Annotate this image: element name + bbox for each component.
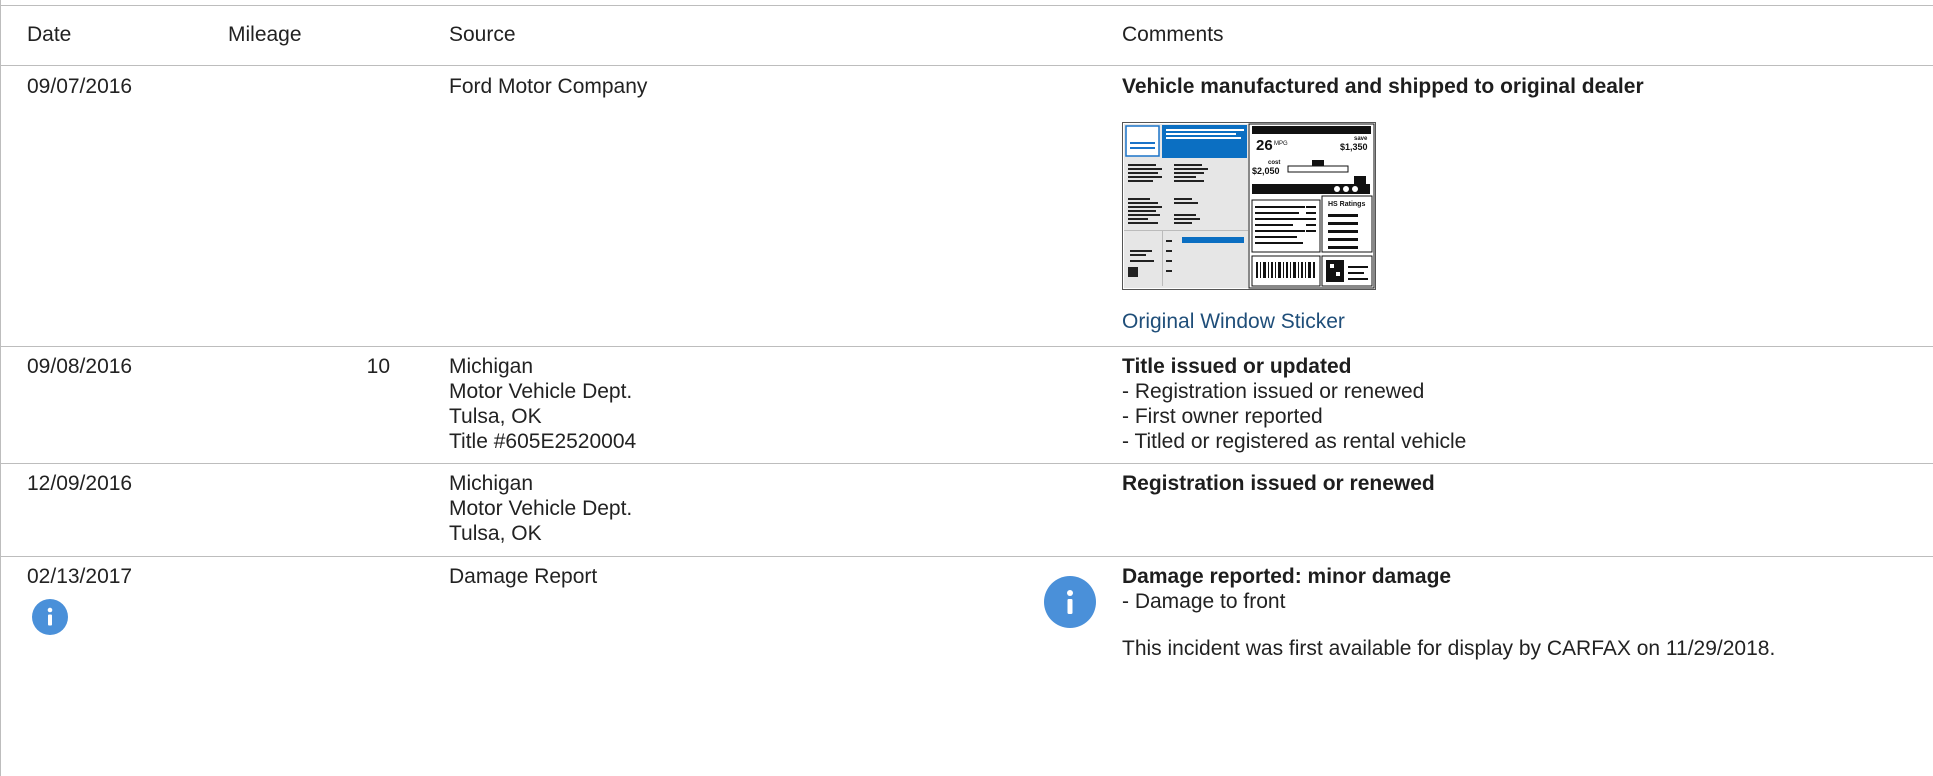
row2-source-line: Tulsa, OK: [449, 405, 542, 428]
column-header-date: Date: [27, 23, 72, 46]
row4-source-line: Damage Report: [449, 565, 598, 588]
table-top-border: [0, 5, 1933, 6]
row3-source-line: Michigan: [449, 472, 534, 495]
row1-date: 09/07/2016: [27, 75, 133, 98]
sticker-save-amount: $1,350: [1340, 142, 1368, 152]
row3-date: 12/09/2016: [27, 472, 133, 495]
row2-source-line: Title #605E2520004: [449, 430, 637, 453]
sticker-ratings-label: HS Ratings: [1328, 201, 1365, 208]
original-window-sticker-link[interactable]: Original Window Sticker: [1122, 309, 1345, 334]
header-divider: [0, 65, 1933, 66]
window-sticker-thumbnail[interactable]: 26 MPG save $1,350 cost $2,050 HS Rating…: [1122, 122, 1376, 290]
row3-source-line: Tulsa, OK: [449, 522, 542, 545]
row2-mileage: 10: [366, 355, 390, 378]
row2-source-line: Motor Vehicle Dept.: [449, 380, 633, 403]
row3-comment-title: Registration issued or renewed: [1122, 472, 1435, 495]
table-left-border: [0, 0, 1, 776]
row2-source-line: Michigan: [449, 355, 534, 378]
vehicle-history-table: Date Mileage Source Comments 09/07/2016 …: [0, 0, 1933, 776]
row-divider: [0, 556, 1933, 557]
sticker-cost-amount: $2,050: [1252, 166, 1280, 176]
row4-comment-title: Damage reported: minor damage: [1122, 565, 1452, 588]
column-header-source: Source: [449, 23, 516, 46]
column-header-mileage: Mileage: [228, 23, 302, 46]
info-icon[interactable]: [1044, 576, 1096, 628]
sticker-mpg-unit: MPG: [1274, 141, 1288, 147]
row2-date: 09/08/2016: [27, 355, 133, 378]
column-header-comments: Comments: [1122, 23, 1224, 46]
row2-comment-item: - First owner reported: [1122, 405, 1323, 428]
row4-note: This incident was first available for di…: [1122, 637, 1776, 660]
row4-date: 02/13/2017: [27, 565, 133, 588]
row-divider: [0, 463, 1933, 464]
row-divider: [0, 346, 1933, 347]
row3-source-line: Motor Vehicle Dept.: [449, 497, 633, 520]
row2-comment-title: Title issued or updated: [1122, 355, 1352, 378]
row2-comment-item: - Registration issued or renewed: [1122, 380, 1425, 403]
row2-comment-item: - Titled or registered as rental vehicle: [1122, 430, 1467, 453]
row1-source-line: Ford Motor Company: [449, 75, 648, 98]
row1-comment-title: Vehicle manufactured and shipped to orig…: [1122, 75, 1644, 98]
info-icon[interactable]: [32, 599, 68, 635]
row4-comment-item: - Damage to front: [1122, 590, 1286, 613]
sticker-mpg: 26: [1256, 137, 1273, 154]
